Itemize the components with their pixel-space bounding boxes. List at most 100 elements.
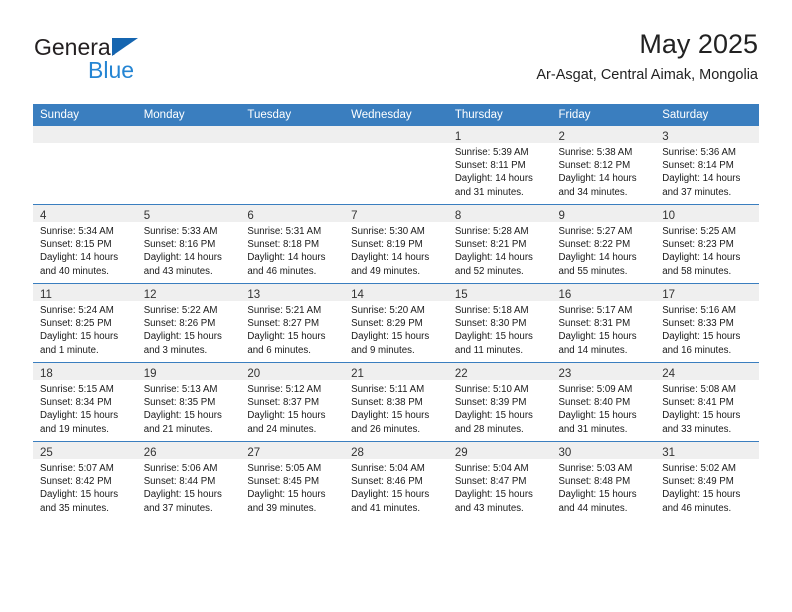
- calendar-day-cell[interactable]: 30 Sunrise: 5:03 AM Sunset: 8:48 PM Dayligh…: [551, 441, 656, 520]
- day-detail-line: Sunset: 8:18 PM: [247, 239, 320, 251]
- day-number-band: 18: [33, 363, 137, 380]
- day-details: Sunrise: 5:02 AM Sunset: 8:49 PM Daylight:…: [655, 459, 759, 515]
- calendar-day-cell[interactable]: 14 Sunrise: 5:20 AM Sunset: 8:29 PM Dayligh…: [344, 283, 448, 363]
- calendar-day-cell[interactable]: 15 Sunrise: 5:18 AM Sunset: 8:30 PM Dayligh…: [447, 283, 552, 363]
- weekday-header-friday: Friday: [551, 104, 656, 126]
- day-detail-line: Daylight: 15 hours: [247, 410, 326, 422]
- calendar-day-cell[interactable]: 23 Sunrise: 5:09 AM Sunset: 8:40 PM Dayligh…: [551, 362, 656, 442]
- calendar-day-cell[interactable]: 22 Sunrise: 5:10 AM Sunset: 8:39 PM Dayligh…: [447, 362, 552, 442]
- calendar-day-cell-empty: [344, 126, 448, 205]
- logo-triangle-icon: [112, 38, 138, 56]
- day-detail-line: Daylight: 15 hours: [40, 489, 119, 501]
- calendar-day-cell[interactable]: 13 Sunrise: 5:21 AM Sunset: 8:27 PM Dayligh…: [240, 283, 345, 363]
- day-detail-line: Sunrise: 5:05 AM: [247, 463, 322, 474]
- day-detail-line: Sunrise: 5:15 AM: [40, 384, 114, 395]
- calendar-day-cell[interactable]: 25 Sunrise: 5:07 AM Sunset: 8:42 PM Dayligh…: [33, 441, 137, 520]
- day-details: Sunrise: 5:15 AM Sunset: 8:34 PM Daylight:…: [33, 380, 137, 436]
- day-detail-line: Sunrise: 5:11 AM: [351, 384, 425, 395]
- day-number-band: [240, 126, 345, 143]
- day-detail-line: and 52 minutes.: [454, 265, 524, 277]
- day-details: Sunrise: 5:27 AM Sunset: 8:22 PM Daylight:…: [552, 222, 656, 278]
- calendar-day-cell[interactable]: 3 Sunrise: 5:36 AM Sunset: 8:14 PM Daylight…: [655, 126, 759, 205]
- day-number-band: 13: [240, 284, 345, 301]
- day-details: Sunrise: 5:28 AM Sunset: 8:21 PM Daylight:…: [448, 222, 552, 278]
- day-detail-line: Sunrise: 5:30 AM: [351, 226, 425, 237]
- day-detail-line: Sunset: 8:16 PM: [143, 239, 216, 251]
- calendar-day-cell[interactable]: 10 Sunrise: 5:25 AM Sunset: 8:23 PM Dayligh…: [655, 204, 759, 284]
- day-detail-line: and 37 minutes.: [143, 502, 213, 514]
- calendar-day-cell[interactable]: 18 Sunrise: 5:15 AM Sunset: 8:34 PM Dayligh…: [33, 362, 137, 442]
- day-number: 9: [558, 210, 565, 222]
- day-number: 10: [662, 210, 676, 222]
- calendar-day-cell[interactable]: 2 Sunrise: 5:38 AM Sunset: 8:12 PM Daylight…: [551, 126, 656, 205]
- calendar-day-cell[interactable]: 20 Sunrise: 5:12 AM Sunset: 8:37 PM Dayligh…: [240, 362, 345, 442]
- calendar-day-cell[interactable]: 21 Sunrise: 5:11 AM Sunset: 8:38 PM Dayligh…: [344, 362, 448, 442]
- day-number-band: 3: [655, 126, 759, 143]
- day-detail-line: Sunrise: 5:06 AM: [143, 463, 218, 474]
- day-detail-line: and 24 minutes.: [247, 423, 317, 435]
- calendar-day-cell[interactable]: 28 Sunrise: 5:04 AM Sunset: 8:46 PM Dayligh…: [344, 441, 448, 520]
- day-detail-line: Sunrise: 5:18 AM: [454, 305, 529, 316]
- calendar-day-cell[interactable]: 26 Sunrise: 5:06 AM Sunset: 8:44 PM Dayligh…: [136, 441, 241, 520]
- calendar-day-cell[interactable]: 1 Sunrise: 5:39 AM Sunset: 8:11 PM Daylight…: [447, 126, 552, 205]
- day-number-band: 27: [240, 442, 345, 459]
- day-detail-line: Sunrise: 5:25 AM: [662, 226, 736, 237]
- day-detail-line: Daylight: 15 hours: [351, 331, 430, 343]
- page-header: General Blue May 2025 Ar-Asgat, Central …: [34, 28, 758, 96]
- day-detail-line: Daylight: 14 hours: [454, 173, 533, 185]
- day-detail-line: Sunrise: 5:31 AM: [247, 226, 322, 237]
- calendar-day-cell[interactable]: 8 Sunrise: 5:28 AM Sunset: 8:21 PM Daylight…: [447, 204, 552, 284]
- day-number-band: 10: [655, 205, 759, 222]
- day-detail-line: and 19 minutes.: [40, 423, 109, 435]
- day-number-band: 22: [447, 363, 552, 380]
- calendar-day-cell[interactable]: 9 Sunrise: 5:27 AM Sunset: 8:22 PM Daylight…: [551, 204, 656, 284]
- calendar-day-cell[interactable]: 7 Sunrise: 5:30 AM Sunset: 8:19 PM Daylight…: [344, 204, 448, 284]
- calendar-day-cell[interactable]: 31 Sunrise: 5:02 AM Sunset: 8:49 PM Dayligh…: [655, 441, 759, 520]
- day-detail-line: Sunset: 8:45 PM: [247, 476, 320, 488]
- page-subtitle: Ar-Asgat, Central Aimak, Mongolia: [536, 67, 758, 83]
- calendar-day-cell[interactable]: 5 Sunrise: 5:33 AM Sunset: 8:16 PM Daylight…: [136, 204, 241, 284]
- day-detail-line: Daylight: 14 hours: [351, 252, 430, 264]
- day-detail-line: Daylight: 14 hours: [143, 252, 222, 264]
- day-details: Sunrise: 5:39 AM Sunset: 8:11 PM Daylight:…: [448, 143, 552, 199]
- day-detail-line: Sunset: 8:40 PM: [558, 397, 631, 409]
- calendar-day-cell[interactable]: 11 Sunrise: 5:24 AM Sunset: 8:25 PM Dayligh…: [33, 283, 137, 363]
- calendar-day-cell[interactable]: 24 Sunrise: 5:08 AM Sunset: 8:41 PM Dayligh…: [655, 362, 759, 442]
- page-title: May 2025: [639, 29, 758, 59]
- day-detail-line: and 16 minutes.: [662, 344, 732, 356]
- calendar-week-row: 25 Sunrise: 5:07 AM Sunset: 8:42 PM Dayligh…: [33, 441, 759, 520]
- day-number: 21: [351, 368, 364, 380]
- calendar-grid: Sunday Monday Tuesday Wednesday Thursday…: [33, 104, 759, 520]
- day-detail-line: Daylight: 15 hours: [143, 410, 222, 422]
- day-number: 14: [351, 289, 364, 301]
- day-detail-line: Sunrise: 5:20 AM: [351, 305, 425, 316]
- calendar-day-cell[interactable]: 19 Sunrise: 5:13 AM Sunset: 8:35 PM Dayligh…: [136, 362, 241, 442]
- day-number-band: 7: [344, 205, 448, 222]
- calendar-day-cell[interactable]: 27 Sunrise: 5:05 AM Sunset: 8:45 PM Dayligh…: [240, 441, 345, 520]
- day-detail-line: and 6 minutes.: [247, 344, 311, 356]
- calendar-day-cell[interactable]: 4 Sunrise: 5:34 AM Sunset: 8:15 PM Daylight…: [33, 204, 137, 284]
- day-detail-line: Daylight: 15 hours: [558, 489, 637, 501]
- weekday-header-row: Sunday Monday Tuesday Wednesday Thursday…: [33, 104, 759, 126]
- day-detail-line: and 58 minutes.: [662, 265, 732, 277]
- day-number: 30: [558, 447, 572, 459]
- logo-text-blue: Blue: [88, 57, 135, 83]
- calendar-day-cell[interactable]: 16 Sunrise: 5:17 AM Sunset: 8:31 PM Dayligh…: [551, 283, 656, 363]
- day-details: Sunrise: 5:34 AM Sunset: 8:15 PM Daylight:…: [33, 222, 137, 278]
- general-blue-logo[interactable]: General Blue: [34, 34, 234, 90]
- day-detail-line: and 34 minutes.: [558, 186, 628, 198]
- calendar-day-cell[interactable]: 29 Sunrise: 5:04 AM Sunset: 8:47 PM Dayligh…: [447, 441, 552, 520]
- day-details: Sunrise: 5:08 AM Sunset: 8:41 PM Daylight:…: [655, 380, 759, 436]
- calendar-day-cell[interactable]: 6 Sunrise: 5:31 AM Sunset: 8:18 PM Daylight…: [240, 204, 345, 284]
- day-detail-line: Sunset: 8:47 PM: [454, 476, 527, 488]
- day-number-band: [136, 126, 241, 143]
- day-detail-line: Sunset: 8:37 PM: [247, 397, 320, 409]
- day-detail-line: Daylight: 15 hours: [558, 410, 637, 422]
- day-detail-line: Sunrise: 5:33 AM: [143, 226, 218, 237]
- day-detail-line: and 11 minutes.: [454, 344, 524, 356]
- calendar-day-cell[interactable]: 12 Sunrise: 5:22 AM Sunset: 8:26 PM Dayligh…: [136, 283, 241, 363]
- calendar-day-cell[interactable]: 17 Sunrise: 5:16 AM Sunset: 8:33 PM Dayligh…: [655, 283, 759, 363]
- day-number-band: 4: [33, 205, 137, 222]
- day-detail-line: Daylight: 15 hours: [247, 331, 326, 343]
- day-number: 2: [558, 131, 565, 143]
